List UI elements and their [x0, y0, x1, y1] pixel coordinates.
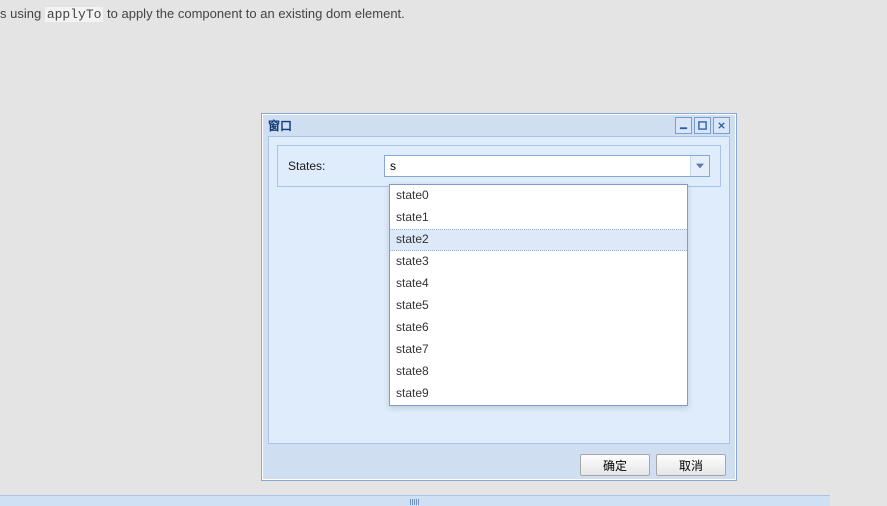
chevron-down-icon [696, 163, 704, 169]
combobox-trigger[interactable] [690, 156, 709, 176]
states-input[interactable] [384, 155, 710, 177]
page-description: s using applyTo to apply the component t… [0, 6, 405, 22]
dropdown-item[interactable]: state6 [390, 317, 687, 339]
dropdown-item[interactable]: state5 [390, 295, 687, 317]
dropdown-item[interactable]: state7 [390, 339, 687, 361]
close-button[interactable] [713, 117, 730, 134]
maximize-button[interactable] [694, 117, 711, 134]
dropdown-item[interactable]: state9 [390, 383, 687, 405]
states-combobox [384, 155, 710, 177]
page-description-suffix: to apply the component to an existing do… [103, 6, 404, 21]
close-icon [717, 121, 726, 130]
cancel-button[interactable]: 取消 [656, 454, 726, 476]
minimize-icon [679, 121, 688, 130]
dropdown-item[interactable]: state0 [390, 185, 687, 207]
dropdown-item[interactable]: state4 [390, 273, 687, 295]
states-dropdown: state0state1state2state3state4state5stat… [389, 184, 688, 406]
splitter-handle-icon [410, 498, 424, 506]
page-description-prefix: s using [0, 6, 45, 21]
ok-button[interactable]: 确定 [580, 454, 650, 476]
splitter-bar[interactable] [0, 495, 830, 506]
button-bar: 确定 取消 [262, 450, 736, 480]
dropdown-item[interactable]: state8 [390, 361, 687, 383]
window-titlebar[interactable]: 窗口 [262, 114, 736, 136]
minimize-button[interactable] [675, 117, 692, 134]
dropdown-item[interactable]: state3 [390, 251, 687, 273]
form-panel: States: [277, 145, 721, 187]
states-label: States: [288, 159, 384, 173]
window-title: 窗口 [268, 117, 292, 134]
maximize-icon [698, 121, 707, 130]
dropdown-item[interactable]: state1 [390, 207, 687, 229]
page-description-code: applyTo [45, 7, 104, 22]
dropdown-item[interactable]: state2 [390, 229, 687, 251]
